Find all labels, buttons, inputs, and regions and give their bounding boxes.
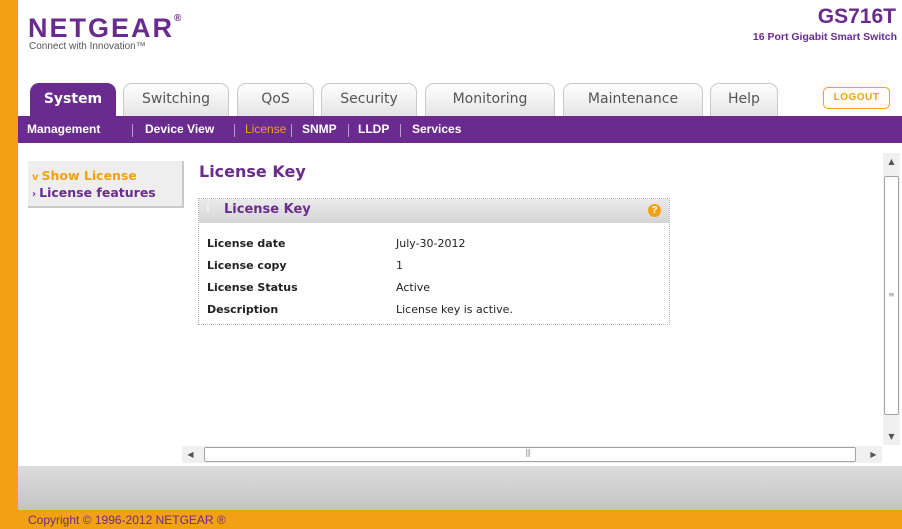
horizontal-scroll-thumb[interactable]: ||| <box>204 447 856 462</box>
header: NETGEAR® Connect with Innovation™ GS716T… <box>18 0 902 80</box>
license-date-label: License date <box>207 237 286 250</box>
subnav-license[interactable]: License <box>245 116 286 143</box>
collapsed-chevron-icon: › <box>32 189 37 200</box>
tab-maintenance[interactable]: Maintenance <box>563 83 703 116</box>
sub-navigation: Management Device View License SNMP LLDP… <box>18 116 902 143</box>
license-status-label: License Status <box>207 281 298 294</box>
subnav-management[interactable]: Management <box>27 116 100 143</box>
page-title: License Key <box>199 162 306 181</box>
tab-help[interactable]: Help <box>710 83 778 116</box>
panel-title: License Key <box>224 202 311 217</box>
sidebar-item-label: License features <box>39 185 156 200</box>
brand-tagline: Connect with Innovation™ <box>29 41 146 52</box>
sidebar-item-show-license[interactable]: v Show License <box>32 168 137 183</box>
vertical-scrollbar[interactable]: ▲ ≡ ▼ <box>883 153 900 445</box>
tab-monitoring[interactable]: Monitoring <box>425 83 555 116</box>
subnav-services[interactable]: Services <box>412 116 461 143</box>
subnav-snmp[interactable]: SNMP <box>302 116 337 143</box>
sidebar-item-label: Show License <box>41 168 137 183</box>
brand-name: NETGEAR <box>28 13 175 43</box>
drag-handle-icon: ⁞ <box>206 201 210 215</box>
vertical-scroll-thumb[interactable]: ≡ <box>884 176 899 415</box>
expanded-chevron-icon: v <box>32 172 39 183</box>
subnav-device-view[interactable]: Device View <box>145 116 214 143</box>
scroll-down-arrow-icon[interactable]: ▼ <box>883 428 900 445</box>
status-bar <box>18 466 902 510</box>
panel-header: ⁞ License Key ? <box>199 199 669 223</box>
scroll-left-arrow-icon[interactable]: ◀ <box>182 446 199 463</box>
logout-button[interactable]: LOGOUT <box>823 87 890 109</box>
model-name: GS716T <box>817 5 896 28</box>
tab-system[interactable]: System <box>30 83 116 117</box>
sidebar: v Show License › License features <box>28 161 184 208</box>
license-copy-value: 1 <box>396 259 403 272</box>
license-copy-label: License copy <box>207 259 287 272</box>
license-status-value: Active <box>396 281 431 294</box>
license-key-panel: ⁞ License Key ? License date July-30-201… <box>198 198 670 325</box>
subnav-separator <box>234 124 235 137</box>
subnav-separator <box>348 124 349 137</box>
subnav-separator <box>132 124 133 137</box>
subnav-separator <box>400 124 401 137</box>
sidebar-item-license-features[interactable]: › License features <box>32 185 156 200</box>
app-frame: NETGEAR® Connect with Innovation™ GS716T… <box>18 0 902 510</box>
tab-qos[interactable]: QoS <box>237 83 314 116</box>
scroll-right-arrow-icon[interactable]: ▶ <box>865 446 882 463</box>
netgear-logo: NETGEAR® <box>28 13 181 44</box>
description-label: Description <box>207 303 279 316</box>
subnav-lldp[interactable]: LLDP <box>358 116 389 143</box>
copyright-text: Copyright © 1996-2012 NETGEAR ® <box>28 513 226 527</box>
scroll-up-arrow-icon[interactable]: ▲ <box>883 153 900 170</box>
subnav-separator <box>291 124 292 137</box>
horizontal-scrollbar[interactable]: ◀ ||| ▶ <box>182 446 882 463</box>
brand-registered-mark: ® <box>174 13 182 24</box>
license-date-value: July-30-2012 <box>396 237 466 250</box>
tab-switching[interactable]: Switching <box>123 83 229 116</box>
help-icon[interactable]: ? <box>648 204 661 217</box>
model-description: 16 Port Gigabit Smart Switch <box>752 31 897 43</box>
scroll-grip-icon: ≡ <box>888 290 895 299</box>
scroll-grip-icon: ||| <box>525 448 531 457</box>
tab-security[interactable]: Security <box>321 83 417 116</box>
description-value: License key is active. <box>396 303 513 316</box>
